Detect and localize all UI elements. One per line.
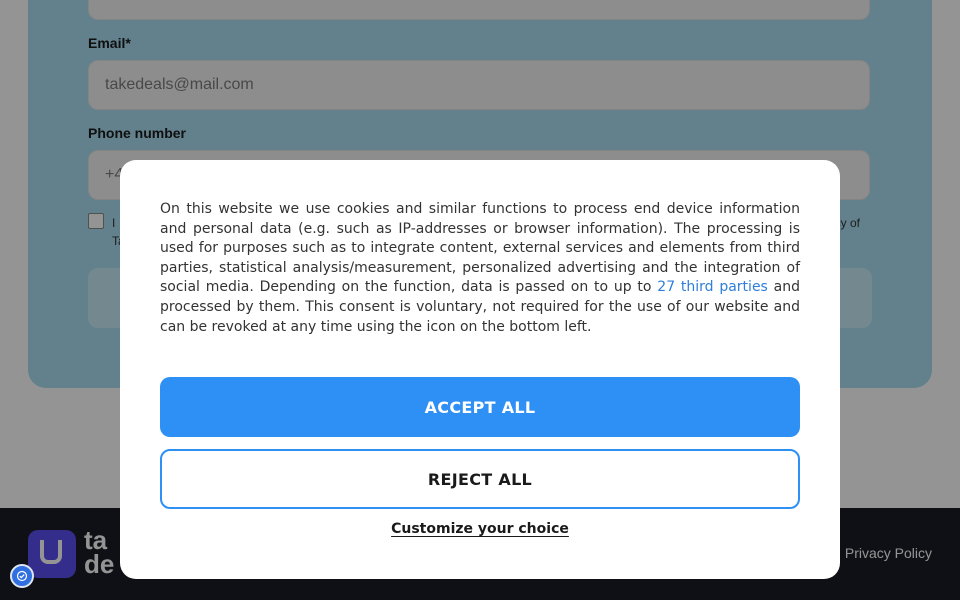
accept-all-button[interactable]: ACCEPT ALL [160,377,800,437]
reject-all-button[interactable]: REJECT ALL [160,449,800,509]
fingerprint-glyph [16,570,28,582]
cookie-consent-modal: On this website we use cookies and simil… [120,160,840,579]
cookie-settings-icon[interactable] [10,564,34,588]
customize-choice-label: Customize your choice [391,521,569,537]
cookie-consent-text: On this website we use cookies and simil… [160,200,800,337]
customize-choice-link[interactable]: Customize your choice [120,521,840,537]
third-parties-link[interactable]: 27 third parties [657,279,768,295]
